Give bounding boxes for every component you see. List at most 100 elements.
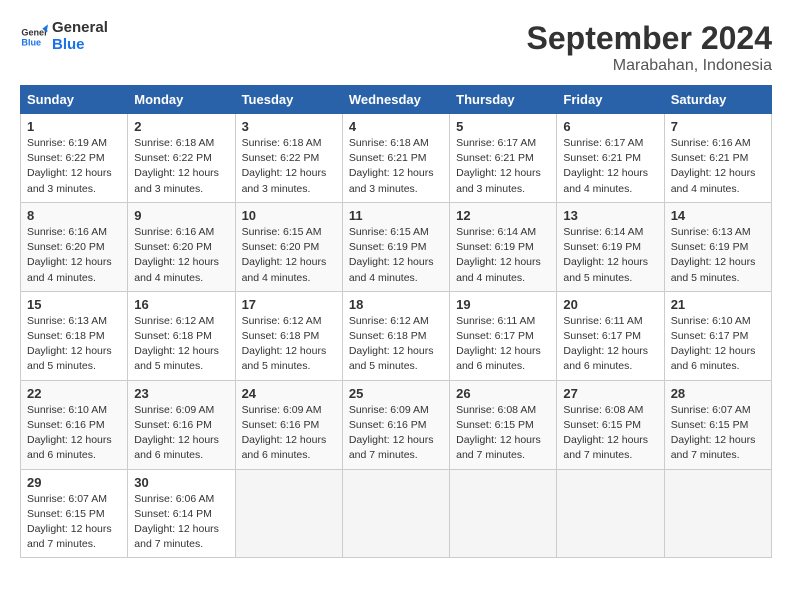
day-info: Sunrise: 6:08 AM Sunset: 6:15 PM Dayligh… — [563, 403, 657, 464]
sunset-label: Sunset: 6:21 PM — [563, 152, 641, 164]
calendar-week-row: 8 Sunrise: 6:16 AM Sunset: 6:20 PM Dayli… — [21, 202, 772, 291]
day-info: Sunrise: 6:15 AM Sunset: 6:19 PM Dayligh… — [349, 225, 443, 286]
day-info: Sunrise: 6:09 AM Sunset: 6:16 PM Dayligh… — [349, 403, 443, 464]
header-tuesday: Tuesday — [235, 86, 342, 114]
calendar-header-row: SundayMondayTuesdayWednesdayThursdayFrid… — [21, 86, 772, 114]
daylight-label: Daylight: 12 hours and 7 minutes. — [671, 434, 756, 461]
title-block: September 2024 Marabahan, Indonesia — [527, 20, 772, 75]
day-info: Sunrise: 6:12 AM Sunset: 6:18 PM Dayligh… — [242, 314, 336, 375]
sunrise-label: Sunrise: 6:15 AM — [242, 226, 322, 238]
daylight-label: Daylight: 12 hours and 5 minutes. — [27, 345, 112, 372]
day-info: Sunrise: 6:12 AM Sunset: 6:18 PM Dayligh… — [349, 314, 443, 375]
daylight-label: Daylight: 12 hours and 4 minutes. — [349, 256, 434, 283]
calendar-table: SundayMondayTuesdayWednesdayThursdayFrid… — [20, 85, 772, 558]
daylight-label: Daylight: 12 hours and 5 minutes. — [563, 256, 648, 283]
logo: General Blue General Blue — [20, 20, 108, 53]
calendar-cell: 29 Sunrise: 6:07 AM Sunset: 6:15 PM Dayl… — [21, 469, 128, 558]
sunrise-label: Sunrise: 6:09 AM — [134, 404, 214, 416]
sunrise-label: Sunrise: 6:16 AM — [134, 226, 214, 238]
day-info: Sunrise: 6:07 AM Sunset: 6:15 PM Dayligh… — [27, 492, 121, 553]
calendar-cell: 13 Sunrise: 6:14 AM Sunset: 6:19 PM Dayl… — [557, 202, 664, 291]
sunset-label: Sunset: 6:22 PM — [134, 152, 212, 164]
calendar-week-row: 22 Sunrise: 6:10 AM Sunset: 6:16 PM Dayl… — [21, 380, 772, 469]
daylight-label: Daylight: 12 hours and 7 minutes. — [134, 523, 219, 550]
header-thursday: Thursday — [450, 86, 557, 114]
calendar-cell: 16 Sunrise: 6:12 AM Sunset: 6:18 PM Dayl… — [128, 291, 235, 380]
logo-text-general: General — [52, 20, 108, 37]
logo-icon: General Blue — [20, 23, 48, 51]
header-sunday: Sunday — [21, 86, 128, 114]
calendar-cell: 14 Sunrise: 6:13 AM Sunset: 6:19 PM Dayl… — [664, 202, 771, 291]
sunset-label: Sunset: 6:16 PM — [27, 419, 105, 431]
day-number: 9 — [134, 208, 228, 223]
day-info: Sunrise: 6:07 AM Sunset: 6:15 PM Dayligh… — [671, 403, 765, 464]
sunset-label: Sunset: 6:21 PM — [349, 152, 427, 164]
calendar-cell: 19 Sunrise: 6:11 AM Sunset: 6:17 PM Dayl… — [450, 291, 557, 380]
sunset-label: Sunset: 6:17 PM — [456, 330, 534, 342]
sunset-label: Sunset: 6:22 PM — [27, 152, 105, 164]
header-monday: Monday — [128, 86, 235, 114]
day-info: Sunrise: 6:09 AM Sunset: 6:16 PM Dayligh… — [242, 403, 336, 464]
month-year-title: September 2024 — [527, 20, 772, 57]
day-info: Sunrise: 6:10 AM Sunset: 6:17 PM Dayligh… — [671, 314, 765, 375]
day-number: 12 — [456, 208, 550, 223]
day-info: Sunrise: 6:17 AM Sunset: 6:21 PM Dayligh… — [563, 136, 657, 197]
calendar-cell: 11 Sunrise: 6:15 AM Sunset: 6:19 PM Dayl… — [342, 202, 449, 291]
daylight-label: Daylight: 12 hours and 3 minutes. — [349, 167, 434, 194]
sunset-label: Sunset: 6:16 PM — [242, 419, 320, 431]
calendar-week-row: 29 Sunrise: 6:07 AM Sunset: 6:15 PM Dayl… — [21, 469, 772, 558]
sunset-label: Sunset: 6:18 PM — [27, 330, 105, 342]
sunset-label: Sunset: 6:21 PM — [671, 152, 749, 164]
sunrise-label: Sunrise: 6:18 AM — [242, 137, 322, 149]
calendar-cell: 30 Sunrise: 6:06 AM Sunset: 6:14 PM Dayl… — [128, 469, 235, 558]
daylight-label: Daylight: 12 hours and 7 minutes. — [456, 434, 541, 461]
daylight-label: Daylight: 12 hours and 3 minutes. — [456, 167, 541, 194]
day-info: Sunrise: 6:10 AM Sunset: 6:16 PM Dayligh… — [27, 403, 121, 464]
day-number: 21 — [671, 297, 765, 312]
daylight-label: Daylight: 12 hours and 4 minutes. — [563, 167, 648, 194]
daylight-label: Daylight: 12 hours and 6 minutes. — [671, 345, 756, 372]
calendar-cell: 17 Sunrise: 6:12 AM Sunset: 6:18 PM Dayl… — [235, 291, 342, 380]
day-number: 3 — [242, 119, 336, 134]
sunset-label: Sunset: 6:19 PM — [671, 241, 749, 253]
calendar-cell — [557, 469, 664, 558]
calendar-cell: 18 Sunrise: 6:12 AM Sunset: 6:18 PM Dayl… — [342, 291, 449, 380]
sunrise-label: Sunrise: 6:13 AM — [671, 226, 751, 238]
calendar-cell: 2 Sunrise: 6:18 AM Sunset: 6:22 PM Dayli… — [128, 114, 235, 203]
calendar-cell: 8 Sunrise: 6:16 AM Sunset: 6:20 PM Dayli… — [21, 202, 128, 291]
calendar-cell: 21 Sunrise: 6:10 AM Sunset: 6:17 PM Dayl… — [664, 291, 771, 380]
calendar-cell — [235, 469, 342, 558]
sunset-label: Sunset: 6:14 PM — [134, 508, 212, 520]
day-number: 1 — [27, 119, 121, 134]
sunrise-label: Sunrise: 6:10 AM — [27, 404, 107, 416]
day-number: 20 — [563, 297, 657, 312]
sunrise-label: Sunrise: 6:18 AM — [349, 137, 429, 149]
daylight-label: Daylight: 12 hours and 5 minutes. — [671, 256, 756, 283]
sunset-label: Sunset: 6:17 PM — [563, 330, 641, 342]
day-number: 6 — [563, 119, 657, 134]
sunset-label: Sunset: 6:15 PM — [27, 508, 105, 520]
daylight-label: Daylight: 12 hours and 4 minutes. — [456, 256, 541, 283]
sunset-label: Sunset: 6:16 PM — [349, 419, 427, 431]
sunrise-label: Sunrise: 6:17 AM — [456, 137, 536, 149]
day-info: Sunrise: 6:16 AM Sunset: 6:21 PM Dayligh… — [671, 136, 765, 197]
daylight-label: Daylight: 12 hours and 7 minutes. — [349, 434, 434, 461]
calendar-cell — [342, 469, 449, 558]
day-number: 10 — [242, 208, 336, 223]
sunrise-label: Sunrise: 6:11 AM — [563, 315, 642, 327]
sunset-label: Sunset: 6:15 PM — [671, 419, 749, 431]
calendar-cell: 20 Sunrise: 6:11 AM Sunset: 6:17 PM Dayl… — [557, 291, 664, 380]
sunrise-label: Sunrise: 6:09 AM — [242, 404, 322, 416]
sunrise-label: Sunrise: 6:11 AM — [456, 315, 535, 327]
day-number: 11 — [349, 208, 443, 223]
calendar-cell — [450, 469, 557, 558]
calendar-cell: 24 Sunrise: 6:09 AM Sunset: 6:16 PM Dayl… — [235, 380, 342, 469]
sunrise-label: Sunrise: 6:07 AM — [671, 404, 751, 416]
sunrise-label: Sunrise: 6:12 AM — [349, 315, 429, 327]
daylight-label: Daylight: 12 hours and 6 minutes. — [27, 434, 112, 461]
calendar-cell: 15 Sunrise: 6:13 AM Sunset: 6:18 PM Dayl… — [21, 291, 128, 380]
day-number: 14 — [671, 208, 765, 223]
day-number: 4 — [349, 119, 443, 134]
daylight-label: Daylight: 12 hours and 6 minutes. — [242, 434, 327, 461]
day-info: Sunrise: 6:13 AM Sunset: 6:18 PM Dayligh… — [27, 314, 121, 375]
